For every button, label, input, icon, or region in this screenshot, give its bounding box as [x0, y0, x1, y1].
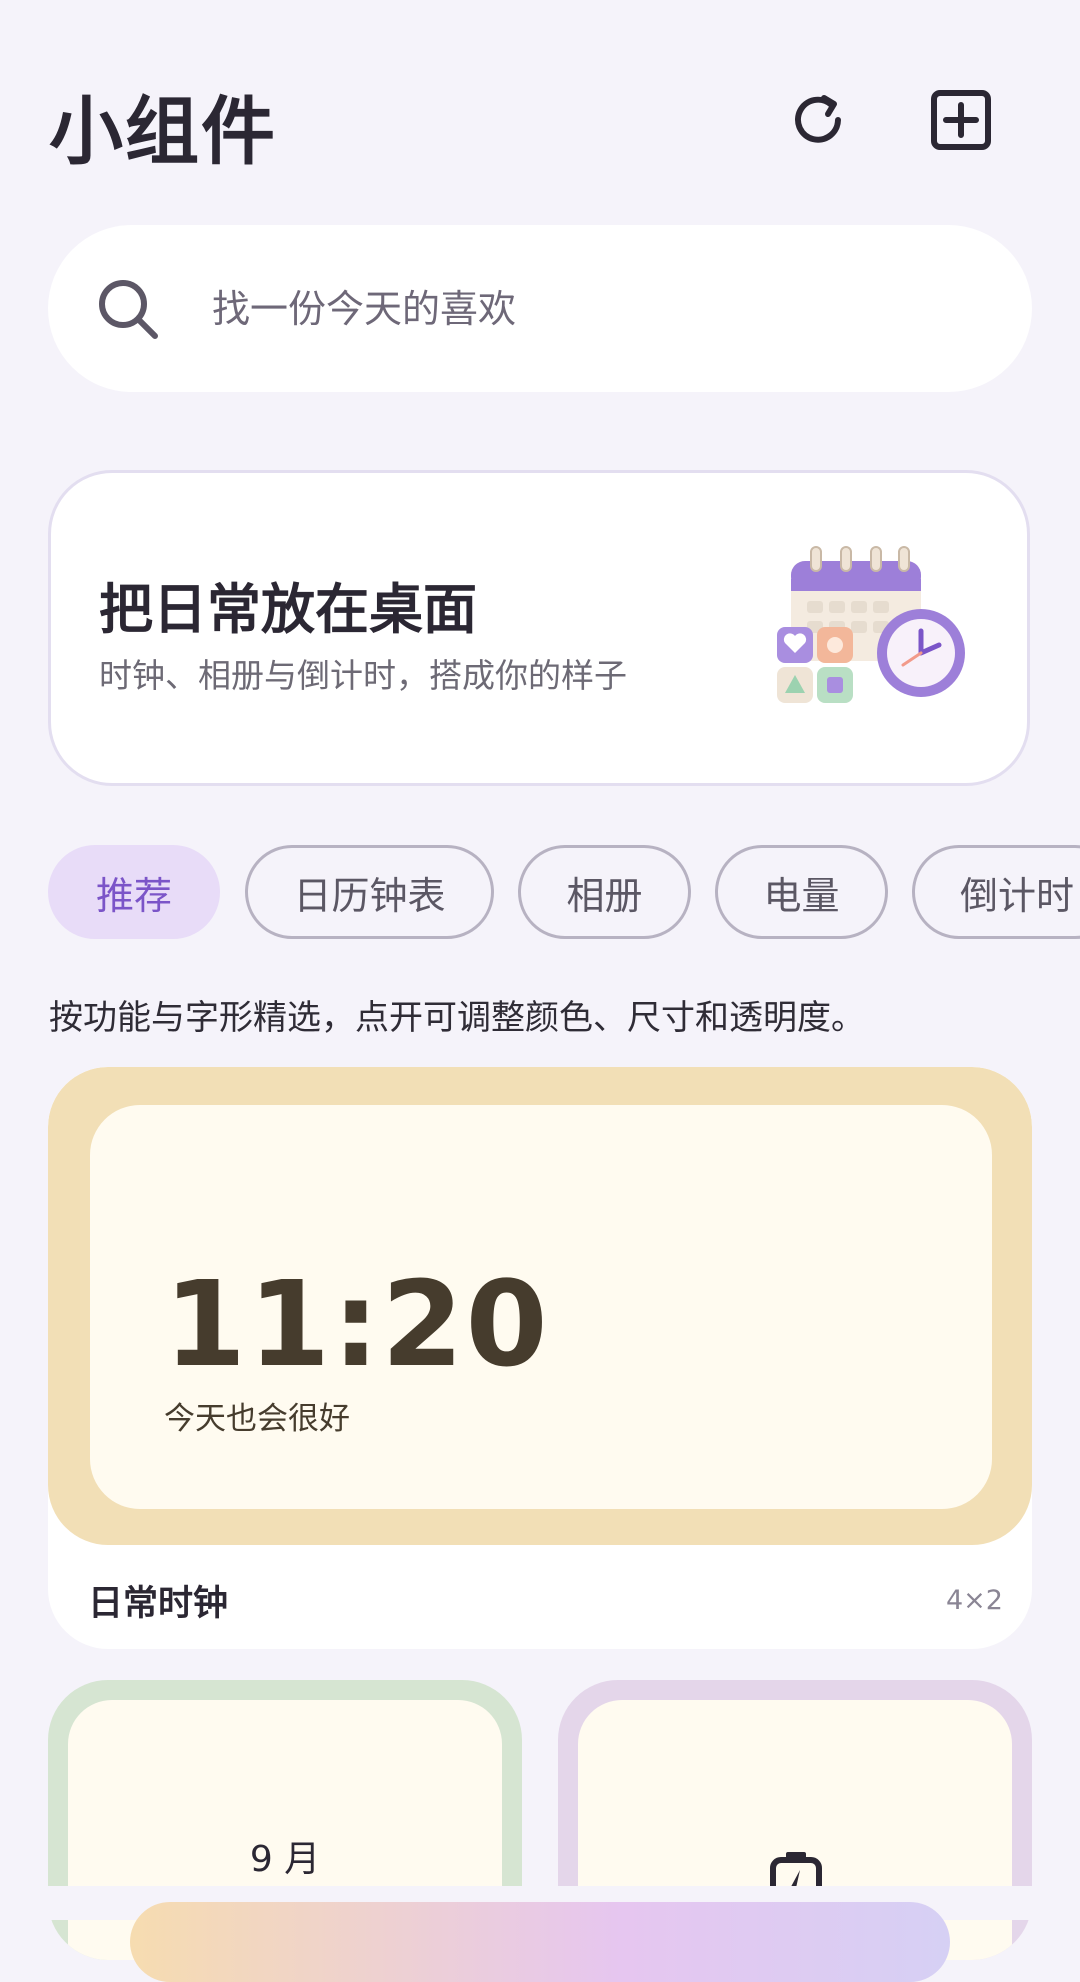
clock-widget-preview: 11:20 今天也会很好 — [48, 1067, 1032, 1545]
chip-album[interactable]: 相册 — [518, 845, 691, 939]
banner-title: 把日常放在桌面 — [99, 578, 477, 641]
chip-recommended[interactable]: 推荐 — [48, 845, 220, 939]
clock-message: 今天也会很好 — [164, 1401, 350, 1437]
bottom-action-bar[interactable] — [130, 1902, 950, 1982]
widget-name: 日常时钟 — [88, 1584, 229, 1624]
add-widget-button[interactable] — [913, 72, 1009, 168]
widget-card-clock[interactable]: 11:20 今天也会很好 日常时钟 4×2 — [48, 1067, 1032, 1649]
search-input[interactable] — [210, 285, 974, 332]
add-box-icon — [931, 90, 991, 150]
calendar-clock-illustration — [777, 546, 965, 703]
banner-subtitle: 时钟、相册与倒计时，搭成你的样子 — [99, 656, 627, 695]
search-bar[interactable] — [48, 225, 1032, 392]
calendar-month: 9 月 — [249, 1839, 321, 1880]
chip-battery[interactable]: 电量 — [715, 845, 888, 939]
clock-time: 11:20 — [164, 1255, 550, 1393]
widget-size: 4×2 — [946, 1585, 1003, 1616]
section-description: 按功能与字形精选，点开可调整颜色、尺寸和透明度。 — [49, 998, 865, 1038]
chip-calendar-clock[interactable]: 日历钟表 — [245, 845, 494, 939]
search-icon — [88, 269, 168, 349]
refresh-button[interactable] — [770, 72, 866, 168]
promo-banner[interactable]: 把日常放在桌面 时钟、相册与倒计时，搭成你的样子 — [48, 470, 1030, 786]
chip-countdown[interactable]: 倒计时 — [912, 845, 1080, 939]
page-title: 小组件 — [49, 89, 277, 175]
clock-face: 11:20 今天也会很好 — [90, 1105, 992, 1509]
refresh-icon — [795, 95, 841, 143]
